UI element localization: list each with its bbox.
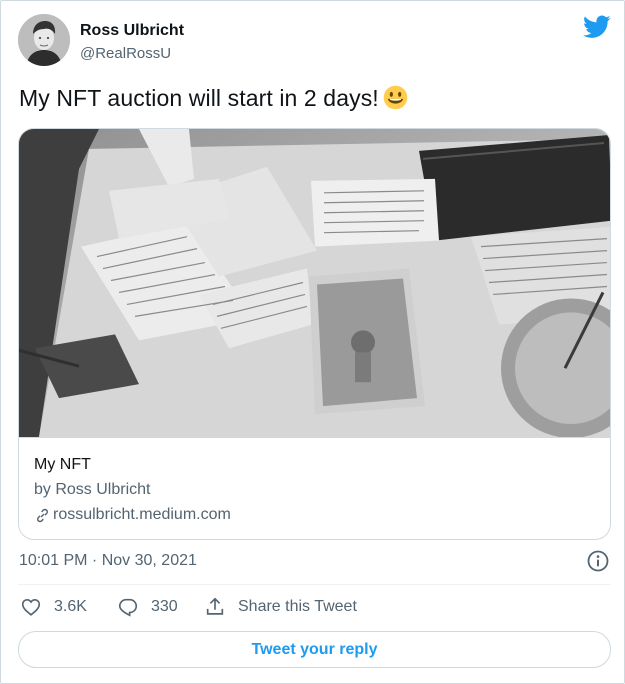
tweet-text: My NFT auction will start in 2 days! [19, 85, 408, 112]
like-count: 3.6K [54, 598, 87, 615]
reply-bubble-icon[interactable] [117, 596, 139, 618]
tweet-reply-button[interactable]: Tweet your reply [18, 631, 611, 668]
share-label[interactable]: Share this Tweet [238, 598, 357, 616]
tweet-text-content: My NFT auction will start in 2 days! [19, 85, 379, 111]
reply-action[interactable]: 330 [117, 596, 178, 618]
timestamp[interactable]: 10:01 PM · Nov 30, 2021 [19, 552, 197, 570]
share-icon[interactable] [204, 596, 226, 618]
share-action[interactable]: Share this Tweet [204, 596, 357, 618]
divider [18, 584, 611, 585]
smiley-emoji [383, 85, 408, 110]
link-card[interactable]: My NFT by Ross Ulbricht rossulbricht.med… [18, 128, 611, 540]
card-title[interactable]: My NFT [34, 456, 91, 474]
like-action[interactable]: 3.6K [20, 596, 87, 618]
card-image[interactable] [19, 129, 611, 438]
card-link-text[interactable]: rossulbricht.medium.com [53, 506, 231, 524]
heart-icon[interactable] [20, 596, 42, 618]
card-link[interactable]: rossulbricht.medium.com [34, 506, 231, 524]
author-name[interactable]: Ross Ulbricht [80, 22, 184, 40]
author-handle[interactable]: @RealRossU [80, 45, 171, 62]
twitter-bird-icon[interactable] [583, 15, 611, 39]
card-description: by Ross Ulbricht [34, 481, 151, 498]
reply-count: 330 [151, 598, 178, 615]
link-icon [37, 508, 48, 522]
info-icon[interactable] [586, 549, 610, 573]
tweet-embed: Ross Ulbricht @RealRossU My NFT auction … [0, 0, 625, 684]
avatar[interactable] [18, 14, 70, 66]
